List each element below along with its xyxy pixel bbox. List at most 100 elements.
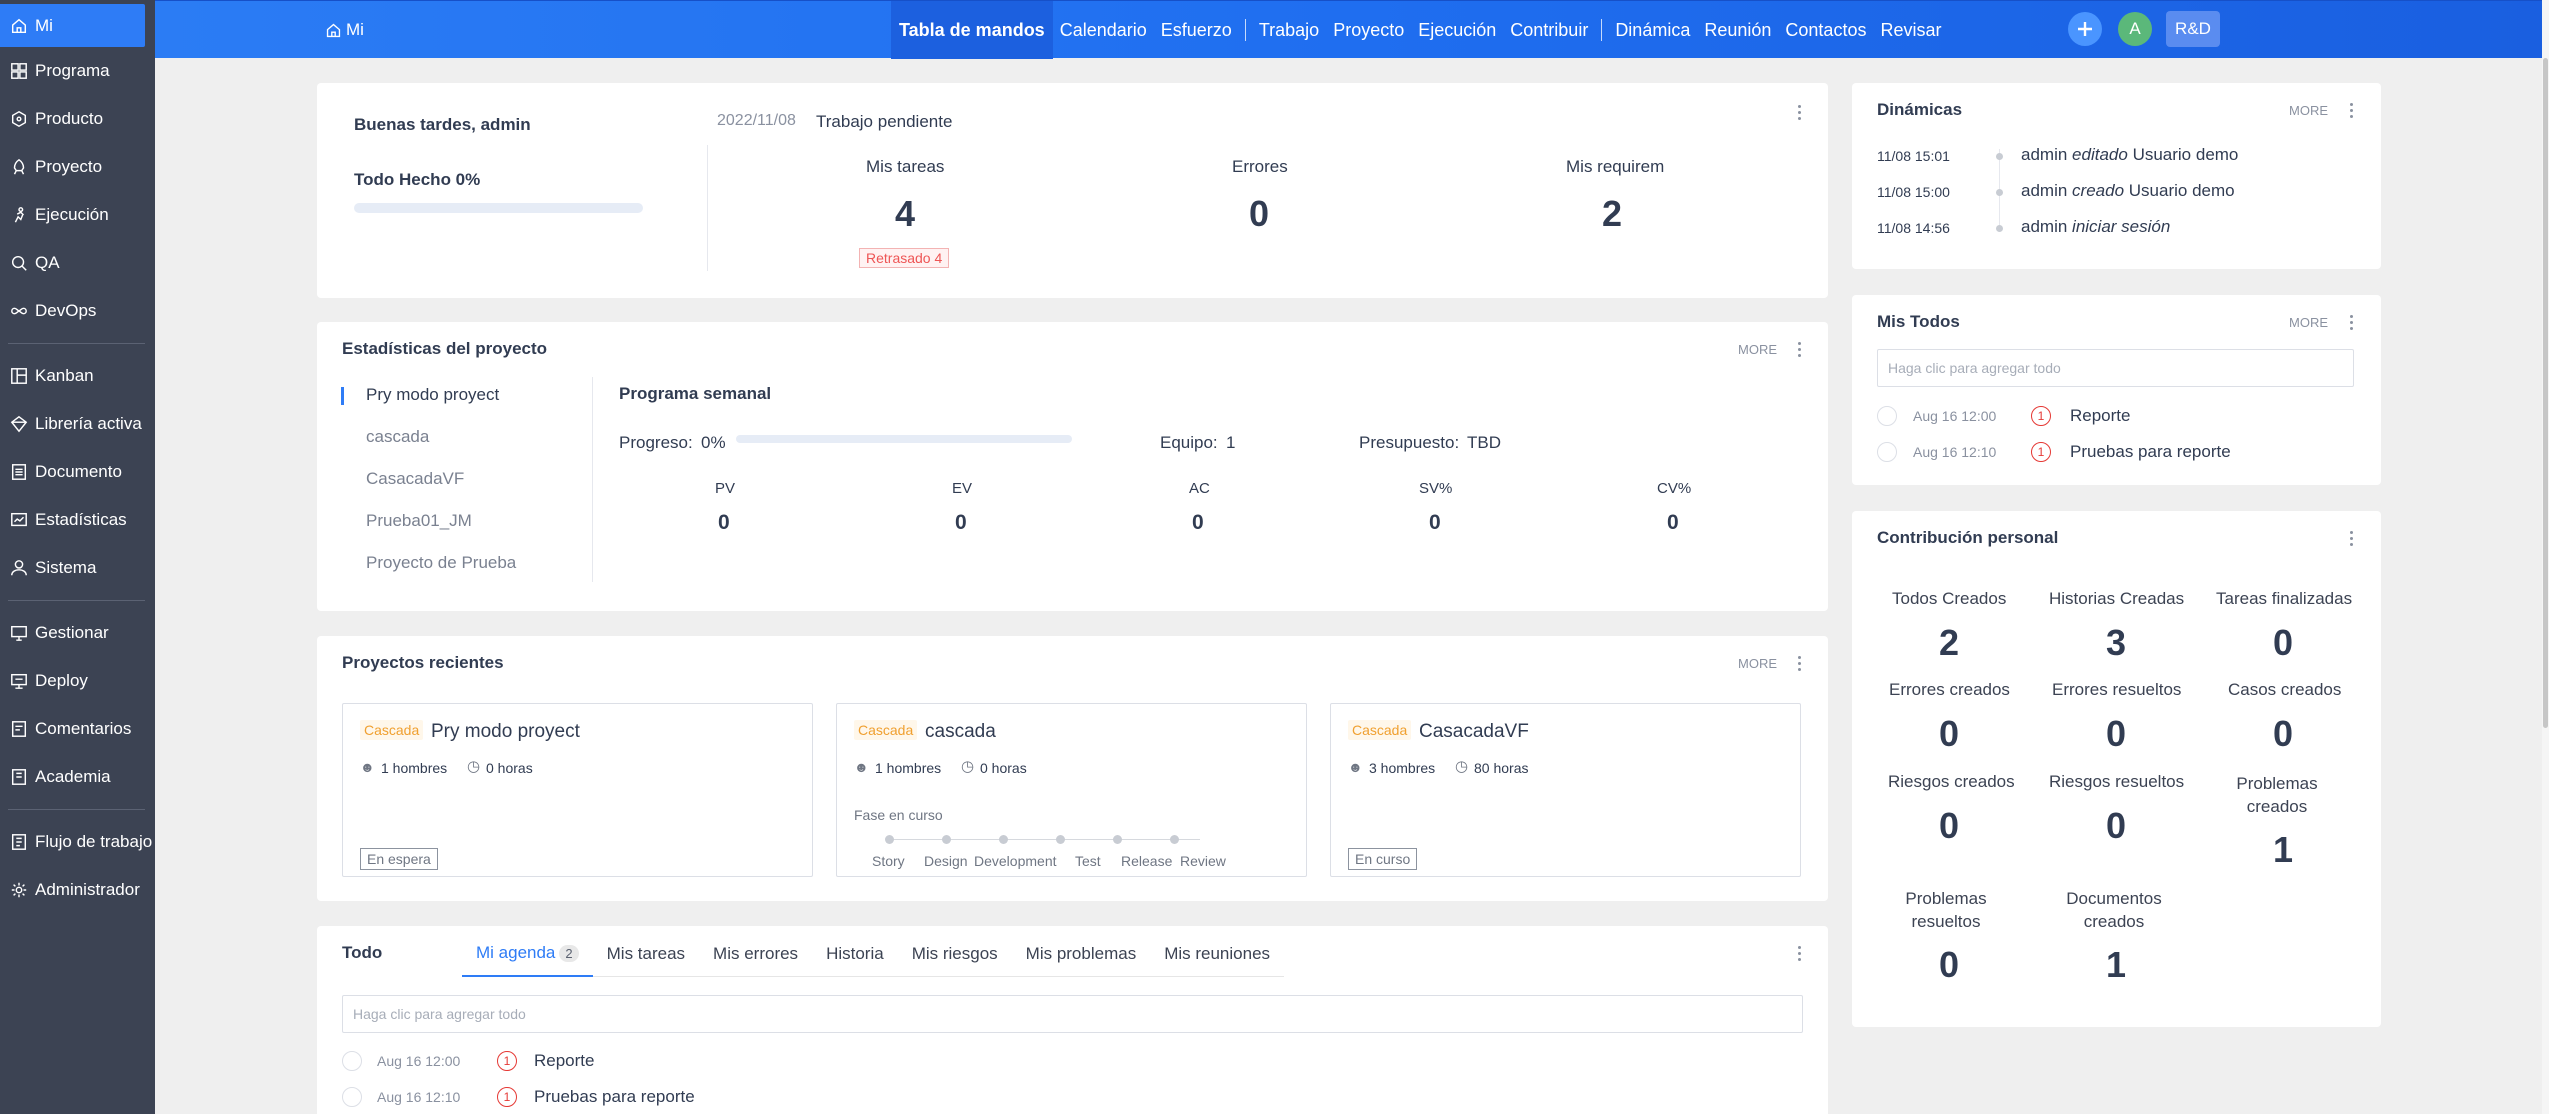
nav-ejecucion[interactable]: Ejecución	[1411, 1, 1503, 59]
project-name[interactable]: CasacadaVF	[1419, 721, 1529, 743]
dynamics-entry[interactable]: admin creado Usuario demo	[2021, 181, 2235, 201]
dynamics-action: editado	[2072, 145, 2128, 164]
todo-checkbox[interactable]	[1877, 442, 1897, 462]
more-options-icon[interactable]	[1798, 342, 1802, 358]
budget-value: TBD	[1467, 433, 1501, 452]
project-list-item[interactable]: Proyecto de Prueba	[366, 553, 516, 573]
sidebar-item-flujo[interactable]: Flujo de trabajo	[0, 818, 155, 866]
sidebar-item-qa[interactable]: QA	[0, 239, 155, 287]
nav-revisar[interactable]: Revisar	[1873, 1, 1948, 59]
sidebar-item-documento[interactable]: Documento	[0, 448, 155, 496]
phase-dot	[1113, 835, 1122, 844]
more-options-icon[interactable]	[1798, 946, 1802, 962]
sidebar-item-label: Academia	[35, 767, 111, 786]
more-options-icon[interactable]	[1798, 105, 1802, 121]
tab-mis-errores[interactable]: Mis errores	[699, 944, 813, 977]
dynamics-entry[interactable]: admin editado Usuario demo	[2021, 145, 2238, 165]
more-link[interactable]: MORE	[2289, 103, 2328, 118]
stat-value-requirem[interactable]: 2	[1602, 193, 1622, 235]
program-icon	[9, 61, 29, 81]
sidebar-item-academia[interactable]: Academia	[0, 753, 155, 801]
nav-tabla-de-mandos[interactable]: Tabla de mandos	[891, 1, 1053, 59]
card-title: Proyectos recientes	[342, 653, 504, 672]
contribution-value: 0	[1939, 713, 1960, 754]
vision-switch-button[interactable]: R&D	[2166, 11, 2220, 47]
dynamics-entry[interactable]: admin iniciar sesión	[2021, 217, 2170, 237]
document-icon	[9, 462, 29, 482]
todo-name[interactable]: Pruebas para reporte	[534, 1087, 695, 1107]
avatar[interactable]: A	[2118, 12, 2152, 46]
project-card[interactable]: Cascada Pry modo proyect ☻ 1 hombres ◷ 0…	[342, 703, 813, 877]
project-card[interactable]: Cascada cascada ☻ 1 hombres ◷ 0 horas Fa…	[836, 703, 1307, 877]
more-link[interactable]: MORE	[1738, 342, 1777, 357]
tab-mis-riesgos[interactable]: Mis riesgos	[897, 944, 1012, 977]
phase-name: Review	[1180, 853, 1226, 869]
todo-name[interactable]: Pruebas para reporte	[2070, 442, 2231, 462]
contribution-value: 0	[2273, 713, 2294, 754]
todo-name[interactable]: Reporte	[534, 1051, 594, 1071]
nav-calendario[interactable]: Calendario	[1053, 1, 1154, 59]
project-icon	[9, 157, 29, 177]
sidebar-item-ejecucion[interactable]: Ejecución	[0, 191, 155, 239]
tab-historia[interactable]: Historia	[812, 944, 898, 977]
todo-name[interactable]: Reporte	[2070, 406, 2130, 426]
product-icon	[9, 109, 29, 129]
manage-icon	[9, 623, 29, 643]
project-card[interactable]: Cascada CasacadaVF ☻ 3 hombres ◷ 80 hora…	[1330, 703, 1801, 877]
contribution-label: Problemas creados	[2236, 774, 2318, 816]
nav-esfuerzo[interactable]: Esfuerzo	[1154, 1, 1239, 59]
project-list-item[interactable]: cascada	[366, 427, 429, 447]
sidebar-item-administrador[interactable]: Administrador	[0, 866, 155, 914]
stat-value-tareas[interactable]: 4	[895, 193, 915, 235]
dynamics-object: Usuario demo	[2132, 145, 2239, 164]
project-name[interactable]: Pry modo proyect	[431, 721, 580, 743]
tab-mis-problemas[interactable]: Mis problemas	[1011, 944, 1151, 977]
todo-checkbox[interactable]	[342, 1051, 362, 1071]
nav-trabajo[interactable]: Trabajo	[1252, 1, 1326, 59]
sidebar-item-comentarios[interactable]: Comentarios	[0, 705, 155, 753]
nav-proyecto[interactable]: Proyecto	[1326, 1, 1411, 59]
todo-checkbox[interactable]	[342, 1087, 362, 1107]
project-list-item[interactable]: Pry modo proyect	[366, 385, 499, 405]
tab-mi-agenda[interactable]: Mi agenda 2	[462, 943, 593, 977]
delayed-badge[interactable]: Retrasado 4	[859, 248, 950, 268]
more-options-icon[interactable]	[1798, 656, 1802, 672]
add-todo-input[interactable]: Haga clic para agregar todo	[1877, 349, 2354, 387]
tab-mis-reuniones[interactable]: Mis reuniones	[1150, 944, 1285, 977]
project-name[interactable]: cascada	[925, 721, 996, 743]
sidebar-item-gestionar[interactable]: Gestionar	[0, 609, 155, 657]
project-list-item[interactable]: Prueba01_JM	[366, 511, 472, 531]
more-options-icon[interactable]	[2350, 531, 2354, 547]
sidebar-item-estadisticas[interactable]: Estadísticas	[0, 496, 155, 544]
sidebar-item-kanban[interactable]: Kanban	[0, 352, 155, 400]
more-link[interactable]: MORE	[2289, 315, 2328, 330]
nav-contactos[interactable]: Contactos	[1778, 1, 1873, 59]
sidebar-item-proyecto[interactable]: Proyecto	[0, 143, 155, 191]
sidebar-item-producto[interactable]: Producto	[0, 95, 155, 143]
nav-contribuir[interactable]: Contribuir	[1503, 1, 1595, 59]
sidebar-item-devops[interactable]: DevOps	[0, 287, 155, 335]
page-scrollbar-thumb[interactable]	[2543, 58, 2548, 728]
greeting: Buenas tardes, admin	[354, 115, 531, 134]
add-todo-input[interactable]: Haga clic para agregar todo	[342, 995, 1803, 1033]
sidebar-item-deploy[interactable]: Deploy	[0, 657, 155, 705]
nav-dinamica[interactable]: Dinámica	[1608, 1, 1697, 59]
stat-value-errores[interactable]: 0	[1249, 193, 1269, 235]
more-options-icon[interactable]	[2350, 315, 2354, 331]
project-list-item[interactable]: CasacadaVF	[366, 469, 464, 489]
contribution-value: 0	[2106, 805, 2127, 846]
sidebar-item-libreria[interactable]: Librería activa	[0, 400, 155, 448]
tab-mis-tareas[interactable]: Mis tareas	[592, 944, 700, 977]
status-badge: En espera	[360, 848, 438, 870]
sidebar-item-programa[interactable]: Programa	[0, 47, 155, 95]
breadcrumb-home[interactable]: Mi	[325, 1, 364, 59]
more-link[interactable]: MORE	[1738, 656, 1777, 671]
nav-reunion[interactable]: Reunión	[1697, 1, 1778, 59]
project-list-active-marker	[341, 387, 344, 405]
statistics-icon	[9, 510, 29, 530]
more-options-icon[interactable]	[2350, 103, 2354, 119]
create-button[interactable]	[2068, 12, 2102, 46]
sidebar-item-sistema[interactable]: Sistema	[0, 544, 155, 592]
todo-checkbox[interactable]	[1877, 406, 1897, 426]
sidebar-item-mi[interactable]: Mi	[0, 4, 145, 47]
